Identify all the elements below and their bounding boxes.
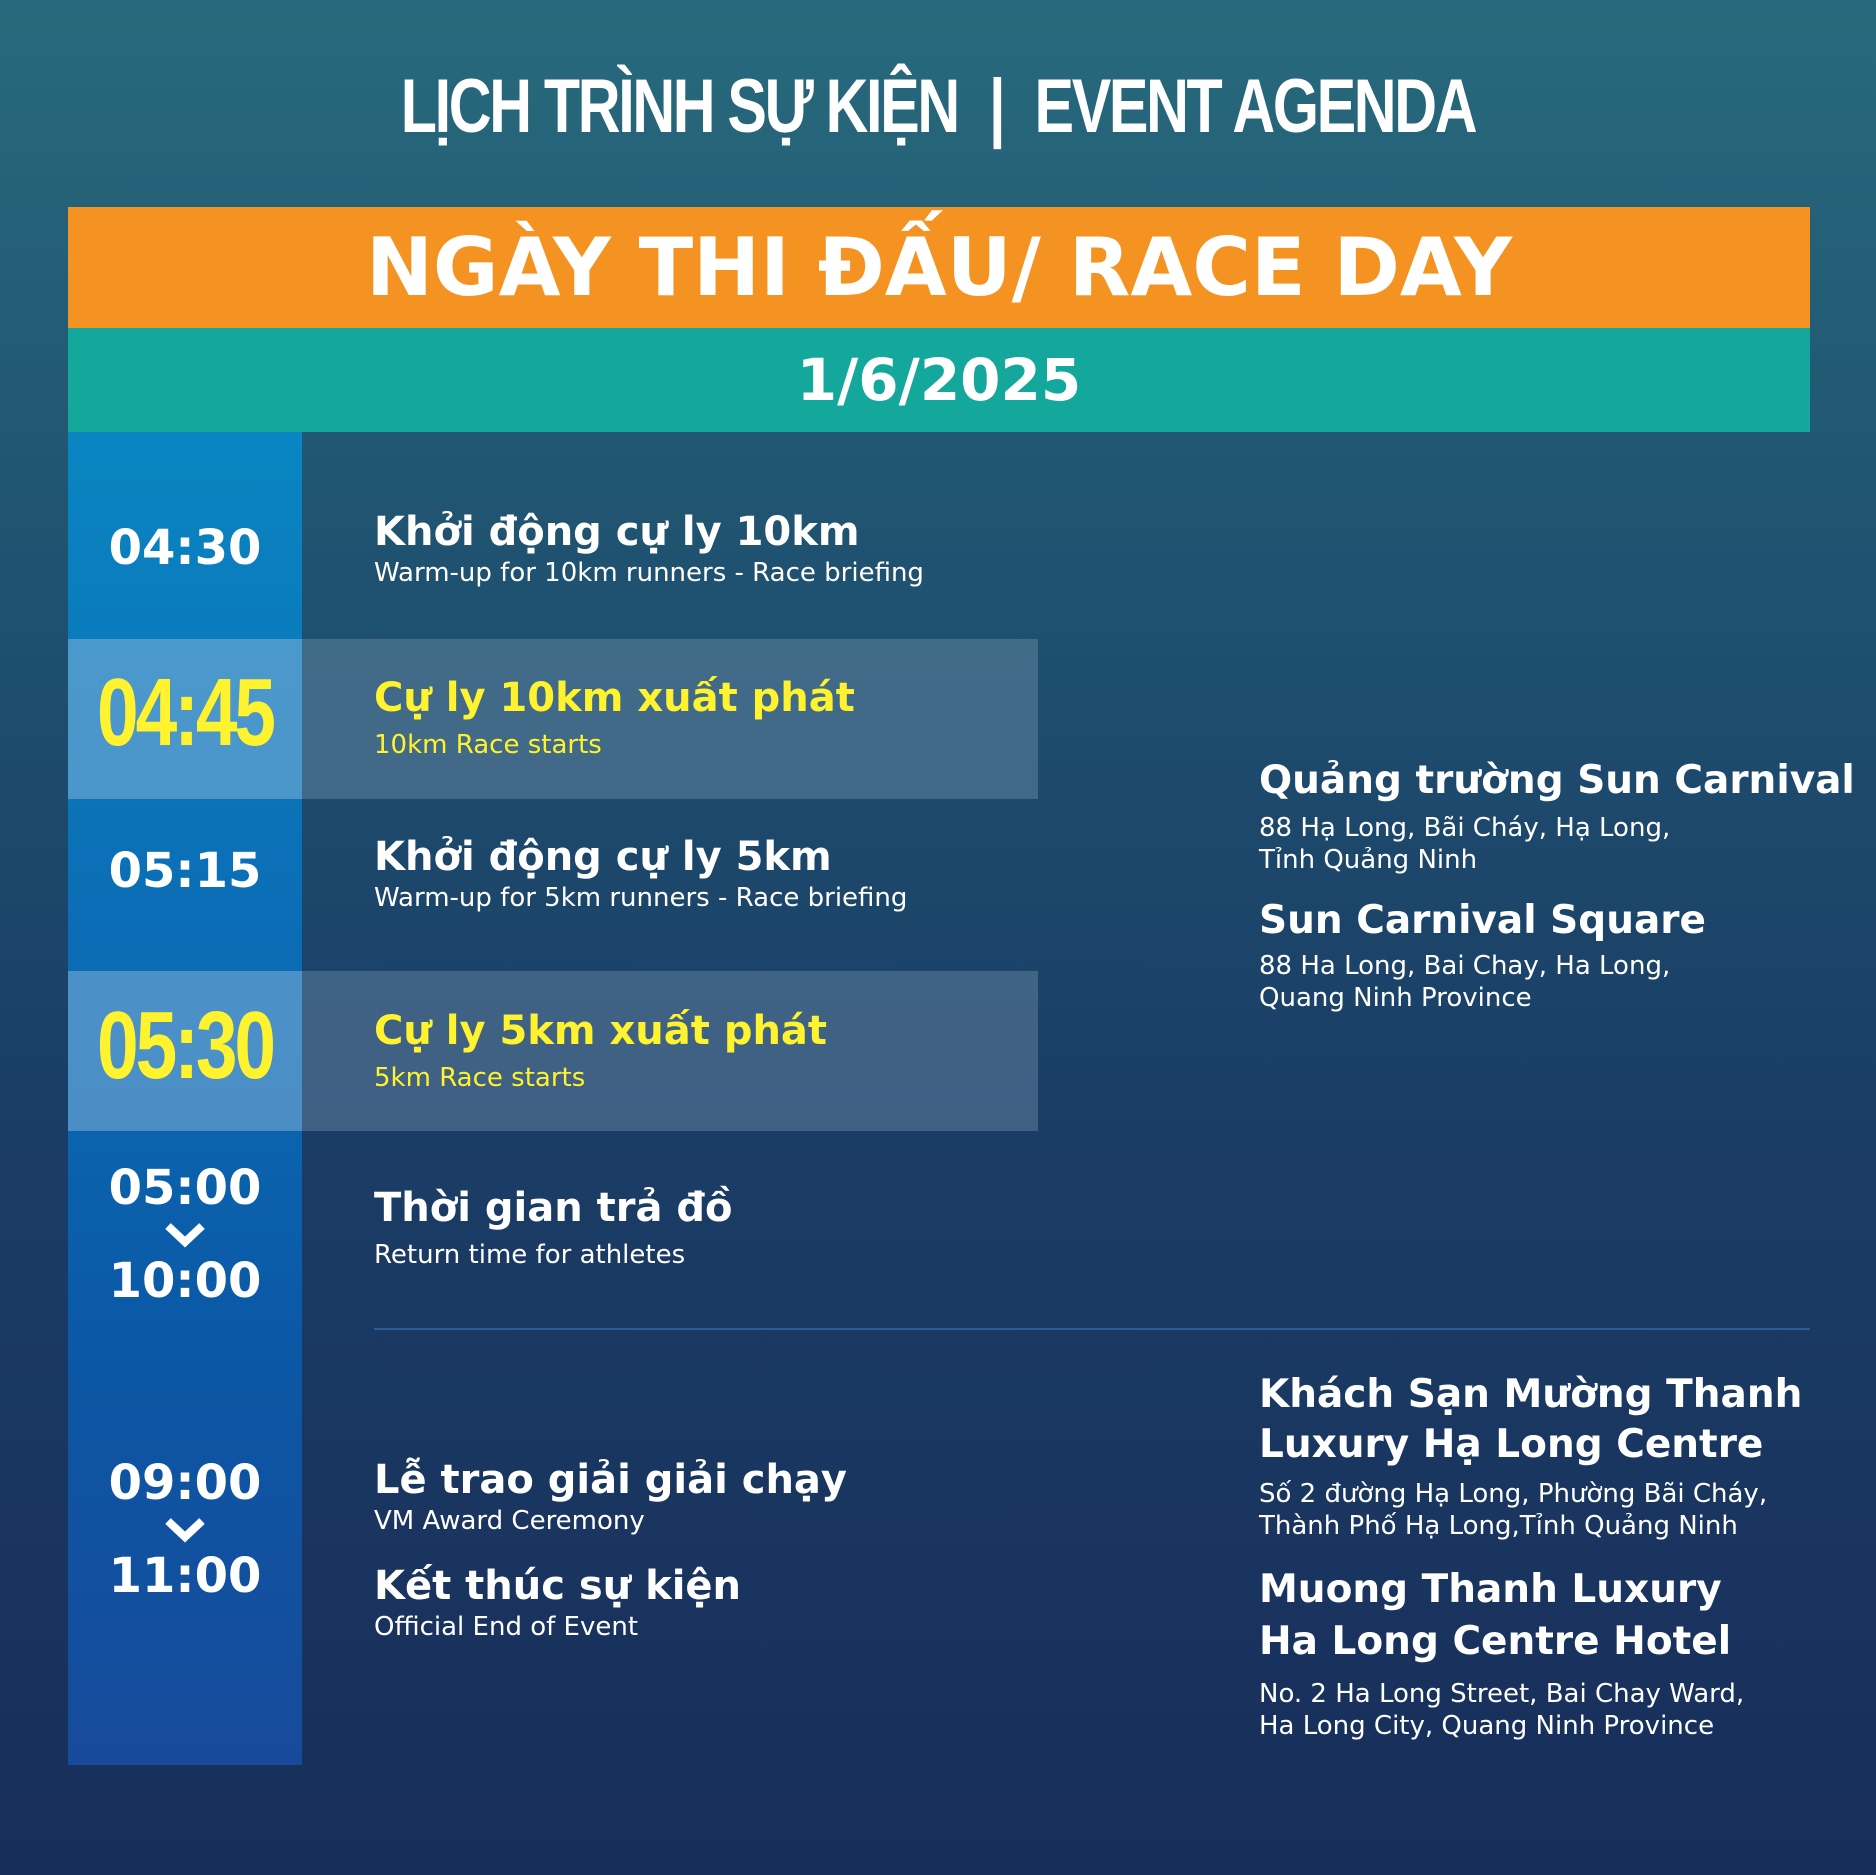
venue-name-vi-line: Luxury Hạ Long Centre: [1259, 1422, 1764, 1467]
event-title-vi: Kết thúc sự kiện: [374, 1563, 742, 1609]
event-return-time: Thời gian trả đồ Return time for athlete…: [374, 1184, 733, 1272]
chevron-down-icon: [165, 1518, 205, 1543]
event-award-ceremony: Lễ trao giải giải chạy VM Award Ceremony: [374, 1456, 847, 1538]
venue-name-en-line: Ha Long Centre Hotel: [1259, 1619, 1732, 1664]
time-slot-highlight: 04:45: [97, 659, 276, 766]
venue-address-vi-line: 88 Hạ Long, Bãi Cháy, Hạ Long,: [1259, 813, 1671, 843]
event-title-en: Warm-up for 5km runners - Race briefing: [374, 883, 908, 913]
event-title-en: Official End of Event: [374, 1612, 639, 1642]
event-title-en: 10km Race starts: [374, 730, 602, 760]
event-5km-start: Cự ly 5km xuất phát 5km Race starts: [374, 1007, 827, 1095]
time-slot: 04:30: [108, 520, 262, 576]
venue-address-en-line: Ha Long City, Quang Ninh Province: [1259, 1711, 1715, 1741]
venue-name-vi-line: Khách Sạn Mường Thanh: [1259, 1372, 1803, 1417]
chevron-down-icon: [165, 1223, 205, 1248]
venue-name-en-line: Muong Thanh Luxury: [1259, 1567, 1722, 1612]
event-end: Kết thúc sự kiện Official End of Event: [374, 1562, 741, 1644]
event-warmup-10km: Khởi động cự ly 10km Warm-up for 10km ru…: [374, 508, 924, 590]
time-slot-highlight: 05:30: [97, 992, 276, 1099]
title-vi: LỊCH TRÌNH SỰ KIỆN: [400, 64, 960, 149]
venue-muong-thanh: Khách Sạn Mường Thanh Luxury Hạ Long Cen…: [1259, 1370, 1802, 1742]
time-range-end: 10:00: [108, 1253, 262, 1309]
venue-address-vi-line: Thành Phố Hạ Long,Tỉnh Quảng Ninh: [1259, 1511, 1738, 1541]
time-slot: 05:15: [108, 843, 262, 899]
event-title-vi: Khởi động cự ly 10km: [374, 509, 860, 555]
event-title-vi: Thời gian trả đồ: [374, 1185, 733, 1231]
venue-name-en: Sun Carnival Square: [1259, 898, 1706, 943]
event-title-en: 5km Race starts: [374, 1063, 586, 1093]
event-title-en: Warm-up for 10km runners - Race briefing: [374, 558, 924, 588]
event-title-en: Return time for athletes: [374, 1240, 686, 1270]
venue-address-en-line: Quang Ninh Province: [1259, 983, 1532, 1013]
title-separator: |: [989, 64, 1006, 149]
venue-sun-carnival: Quảng trường Sun Carnival 88 Hạ Long, Bã…: [1259, 756, 1855, 1014]
event-warmup-5km: Khởi động cự ly 5km Warm-up for 5km runn…: [374, 833, 907, 915]
venue-address-en-line: 88 Ha Long, Bai Chay, Ha Long,: [1259, 951, 1671, 981]
title-en: EVENT AGENDA: [1034, 64, 1477, 149]
section-divider: [374, 1328, 1810, 1330]
time-range-start: 09:00: [108, 1455, 262, 1511]
venue-address-en-line: No. 2 Ha Long Street, Bai Chay Ward,: [1259, 1679, 1745, 1709]
event-title-vi: Khởi động cự ly 5km: [374, 834, 832, 880]
time-range-end: 11:00: [108, 1548, 262, 1604]
event-title-vi: Cự ly 5km xuất phát: [374, 1008, 828, 1054]
time-range-start: 05:00: [108, 1160, 262, 1216]
race-day-banner: NGÀY THI ĐẤU/ RACE DAY: [68, 207, 1810, 328]
venue-address-vi-line: Số 2 đường Hạ Long, Phường Bãi Cháy,: [1259, 1479, 1768, 1509]
race-date-banner: 1/6/2025: [68, 328, 1810, 432]
event-10km-start: Cự ly 10km xuất phát 10km Race starts: [374, 674, 855, 762]
venue-address-vi-line: Tỉnh Quảng Ninh: [1259, 845, 1478, 875]
event-title-vi: Cự ly 10km xuất phát: [374, 675, 855, 721]
event-title-vi: Lễ trao giải giải chạy: [374, 1457, 847, 1503]
venue-name-vi: Quảng trường Sun Carnival: [1259, 758, 1855, 803]
event-title-en: VM Award Ceremony: [374, 1506, 645, 1536]
page-title: LỊCH TRÌNH SỰ KIỆN | EVENT AGENDA: [206, 62, 1669, 152]
